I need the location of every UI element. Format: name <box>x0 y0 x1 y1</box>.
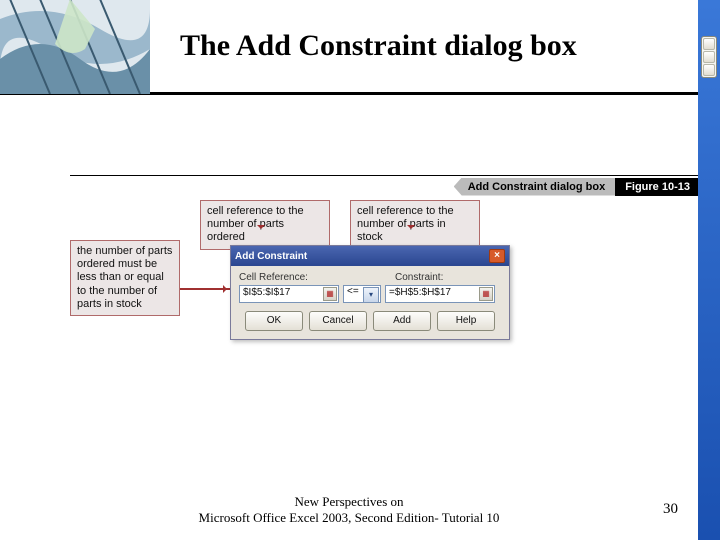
cell-reference-input[interactable]: $I$5:$I$17 ▦ <box>239 285 339 303</box>
cancel-button[interactable]: Cancel <box>309 311 367 331</box>
slide-header: The Add Constraint dialog box <box>0 0 720 95</box>
add-button[interactable]: Add <box>373 311 431 331</box>
xp-nav-panel <box>701 36 717 78</box>
ok-button[interactable]: OK <box>245 311 303 331</box>
callout-left: the number of parts ordered must be less… <box>70 240 180 316</box>
range-picker-icon[interactable]: ▦ <box>479 287 493 301</box>
nav-prev-icon[interactable] <box>703 38 715 50</box>
constraint-input[interactable]: =$H$5:$H$17 ▦ <box>385 285 495 303</box>
dialog-titlebar: Add Constraint × <box>231 246 509 266</box>
footer-line2: Microsoft Office Excel 2003, Second Edit… <box>0 510 698 526</box>
xp-sidebar <box>698 0 720 540</box>
range-picker-icon[interactable]: ▦ <box>323 287 337 301</box>
footer-line1: New Perspectives on <box>0 494 698 510</box>
decorative-logo <box>0 0 150 94</box>
cellref-label: Cell Reference: <box>239 272 345 283</box>
operator-select[interactable]: <= <box>343 285 381 303</box>
help-button[interactable]: Help <box>437 311 495 331</box>
figure-number: Figure 10-13 <box>615 178 700 196</box>
add-constraint-dialog: Add Constraint × Cell Reference: Constra… <box>230 245 510 340</box>
close-icon[interactable]: × <box>489 249 505 263</box>
figure-caption: Add Constraint dialog box <box>454 178 616 196</box>
page-number: 30 <box>663 501 678 518</box>
figure-diagram: the number of parts ordered must be less… <box>70 200 610 370</box>
dialog-title-text: Add Constraint <box>235 251 307 262</box>
dialog-body: Cell Reference: Constraint: $I$5:$I$17 ▦… <box>231 266 509 339</box>
nav-menu-icon[interactable] <box>703 51 715 63</box>
slide-footer: New Perspectives on Microsoft Office Exc… <box>0 494 698 526</box>
nav-next-icon[interactable] <box>703 64 715 76</box>
callout-constraint: cell reference to the number of parts in… <box>350 200 480 250</box>
arrow-icon <box>180 288 230 290</box>
callout-cellref: cell reference to the number of parts or… <box>200 200 330 250</box>
slide-title: The Add Constraint dialog box <box>180 29 577 63</box>
constraint-label: Constraint: <box>395 272 501 283</box>
figure-caption-strip: Add Constraint dialog box Figure 10-13 <box>70 175 700 197</box>
